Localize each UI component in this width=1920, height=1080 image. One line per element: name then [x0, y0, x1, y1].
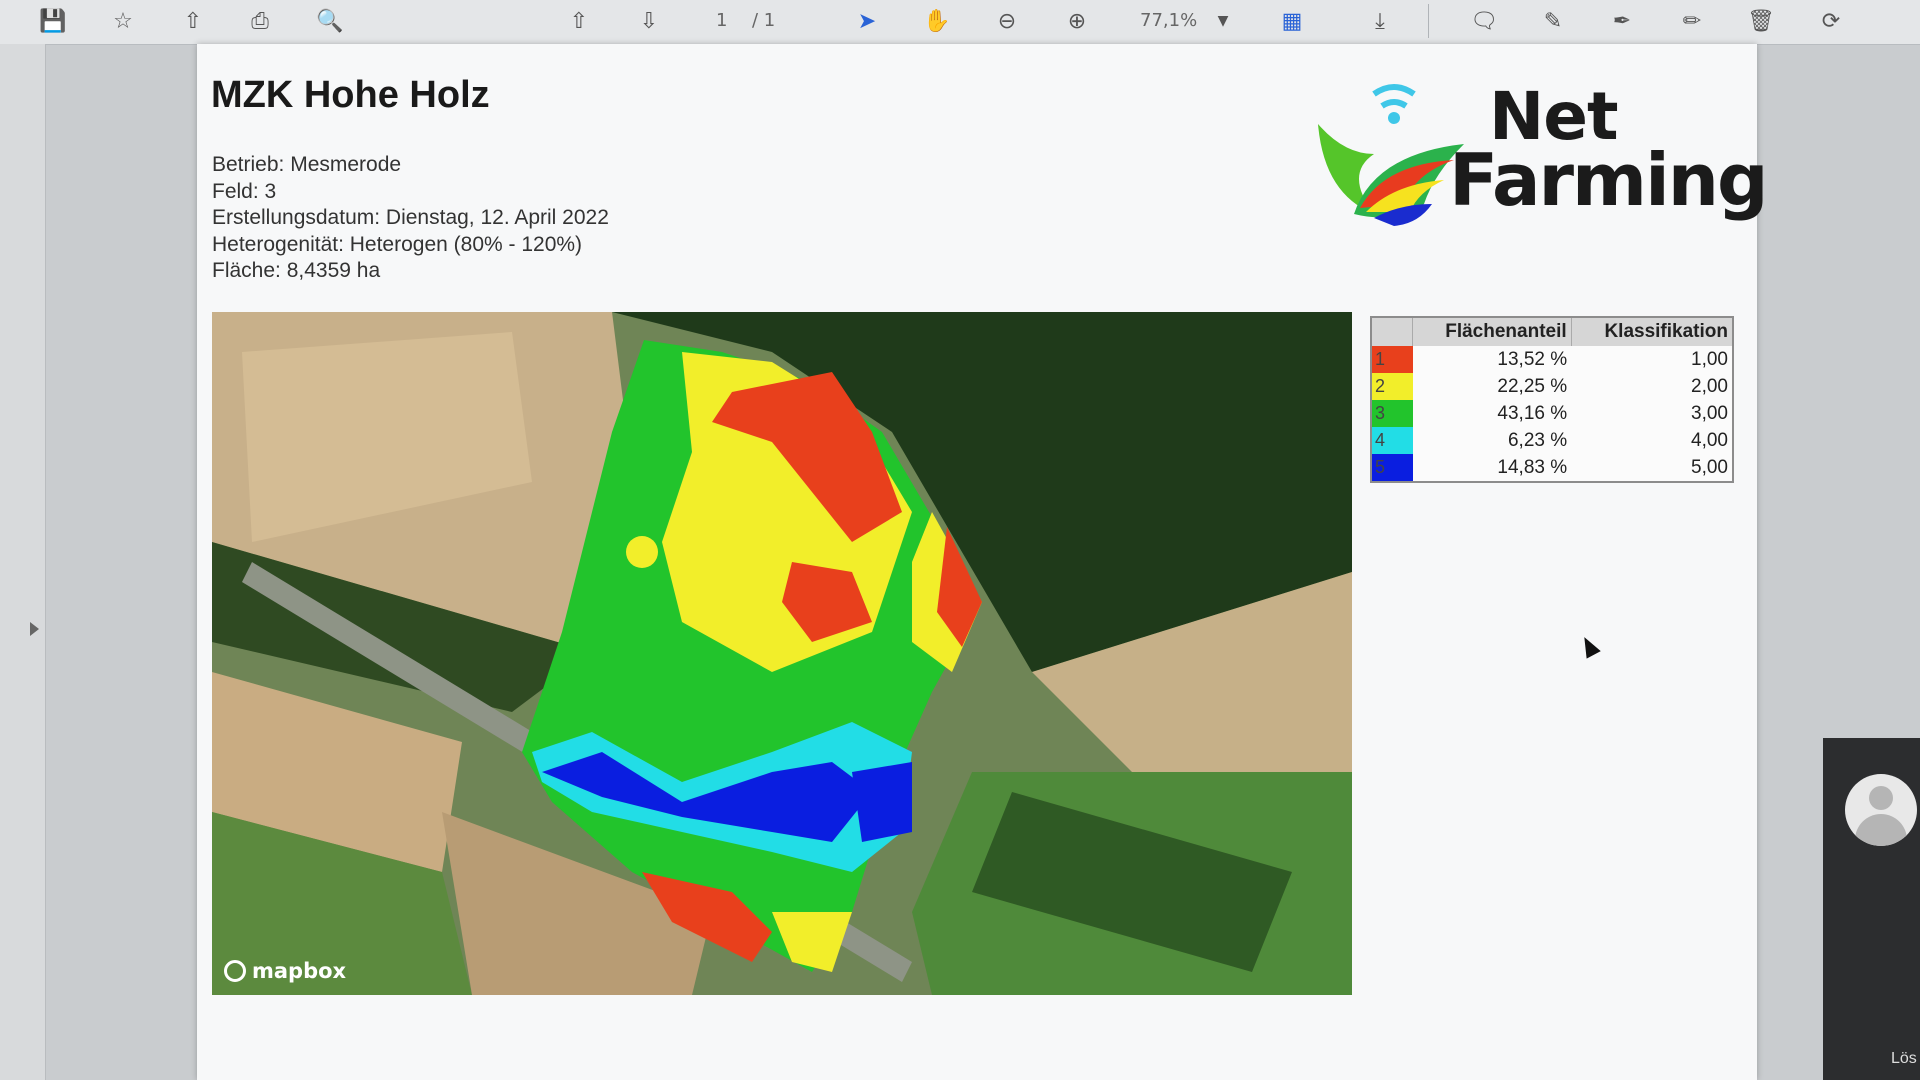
legend-row: 1 13,52 % 1,00: [1371, 346, 1733, 373]
legend-swatch: 5: [1371, 454, 1413, 482]
meta-heterogeneity: Heterogenität: Heterogen (80% - 120%): [212, 232, 583, 256]
zoom-out-icon[interactable]: ⊖: [991, 6, 1023, 36]
video-call-panel[interactable]: Lös: [1823, 738, 1920, 1080]
edit-icon[interactable]: ✏: [1676, 6, 1708, 36]
legend-share: 14,83 %: [1497, 456, 1568, 478]
meta-betrieb: Betrieb: Mesmerode: [212, 153, 402, 176]
rotate-icon[interactable]: ⟳: [1815, 6, 1847, 36]
avatar: [1845, 774, 1917, 846]
avatar-head: [1869, 786, 1893, 810]
netfarming-logo: Net Farming: [1314, 64, 1769, 244]
legend-class: 2,00: [1691, 375, 1728, 397]
legend-share: 6,23 %: [1507, 429, 1568, 451]
chevron-down-icon[interactable]: ▼: [1207, 6, 1239, 36]
mapbox-logo-icon: [224, 960, 246, 982]
legend-swatch: 1: [1371, 346, 1413, 373]
legend-color-header: [1371, 317, 1413, 346]
page-current-input[interactable]: 1: [716, 10, 727, 31]
document-page: MZK Hohe Holz Betrieb: Mesmerode Feld: 3…: [197, 44, 1769, 1080]
legend-share-header: Flächenanteil: [1412, 317, 1572, 346]
page-up-icon[interactable]: ⇧: [563, 6, 595, 36]
meta-feld: Feld: 3: [212, 179, 277, 203]
zoom-search-icon[interactable]: 🔍: [314, 6, 346, 36]
logo-text-farming: Farming: [1449, 138, 1769, 222]
print-icon[interactable]: ⎙: [244, 6, 276, 36]
avatar-body: [1855, 814, 1907, 846]
upload-icon[interactable]: ⇧: [177, 6, 209, 36]
field-metadata: Betrieb: Mesmerode Feld: 3 Erstellungsda…: [212, 152, 609, 285]
legend-swatch: 4: [1371, 427, 1413, 454]
legend-class: 5,00: [1691, 456, 1728, 478]
sign-icon[interactable]: ✒: [1606, 6, 1638, 36]
sidebar-panel: [0, 44, 46, 1080]
fit-page-icon[interactable]: ▦: [1276, 6, 1308, 36]
legend-share: 13,52 %: [1497, 348, 1568, 370]
map-canvas: [212, 312, 1352, 995]
legend-class-header: Klassifikation: [1570, 317, 1733, 346]
zoom-in-icon[interactable]: ⊕: [1061, 6, 1093, 36]
legend-swatch: 3: [1371, 400, 1413, 427]
meta-date: Erstellungsdatum: Dienstag, 12. April 20…: [212, 206, 609, 229]
legend-swatch: 2: [1371, 373, 1413, 400]
save-icon[interactable]: 💾: [37, 6, 69, 36]
legend-row: 5 14,83 % 5,00: [1371, 454, 1733, 482]
classification-legend: Flächenanteil Klassifikation 1 13,52 % 1…: [1370, 316, 1734, 483]
legend-row: 3 43,16 % 3,00: [1371, 400, 1733, 427]
legend-share: 43,16 %: [1497, 402, 1568, 424]
legend-class: 4,00: [1691, 429, 1728, 451]
mapbox-label: mapbox: [252, 959, 347, 983]
delete-icon[interactable]: 🗑: [1745, 6, 1777, 36]
zoom-level-select[interactable]: 77,1%: [1140, 10, 1197, 31]
video-participant-label: Lös: [1891, 1050, 1917, 1067]
pdf-toolbar: 💾 ☆ ⇧ ⎙ 🔍 ⇧ ⇩ 1 / 1 ➤ ✋ ⊖ ⊕ 77,1% ▼ ▦ ⤓ …: [0, 0, 1920, 45]
legend-class: 1,00: [1691, 348, 1728, 370]
legend-row: 2 22,25 % 2,00: [1371, 373, 1733, 400]
download-icon[interactable]: ⤓: [1364, 6, 1396, 36]
page-total: / 1: [752, 10, 776, 31]
bookmark-star-icon[interactable]: ☆: [107, 6, 139, 36]
toolbar-divider: [1428, 4, 1429, 38]
meta-area: Fläche: 8,4359 ha: [212, 259, 381, 282]
mapbox-attribution: mapbox: [224, 959, 346, 983]
comment-icon[interactable]: 🗨: [1468, 6, 1500, 36]
highlight-pen-icon[interactable]: ✎: [1537, 6, 1569, 36]
legend-class: 3,00: [1691, 402, 1728, 424]
page-title: MZK Hohe Holz: [211, 74, 490, 116]
field-map: mapbox: [212, 312, 1352, 995]
expand-sidebar-icon[interactable]: [30, 622, 39, 636]
legend-share: 22,25 %: [1497, 375, 1568, 397]
hand-tool-icon[interactable]: ✋: [921, 6, 953, 36]
legend-row: 4 6,23 % 4,00: [1371, 427, 1733, 454]
select-cursor-icon[interactable]: ➤: [851, 6, 883, 36]
page-down-icon[interactable]: ⇩: [633, 6, 665, 36]
